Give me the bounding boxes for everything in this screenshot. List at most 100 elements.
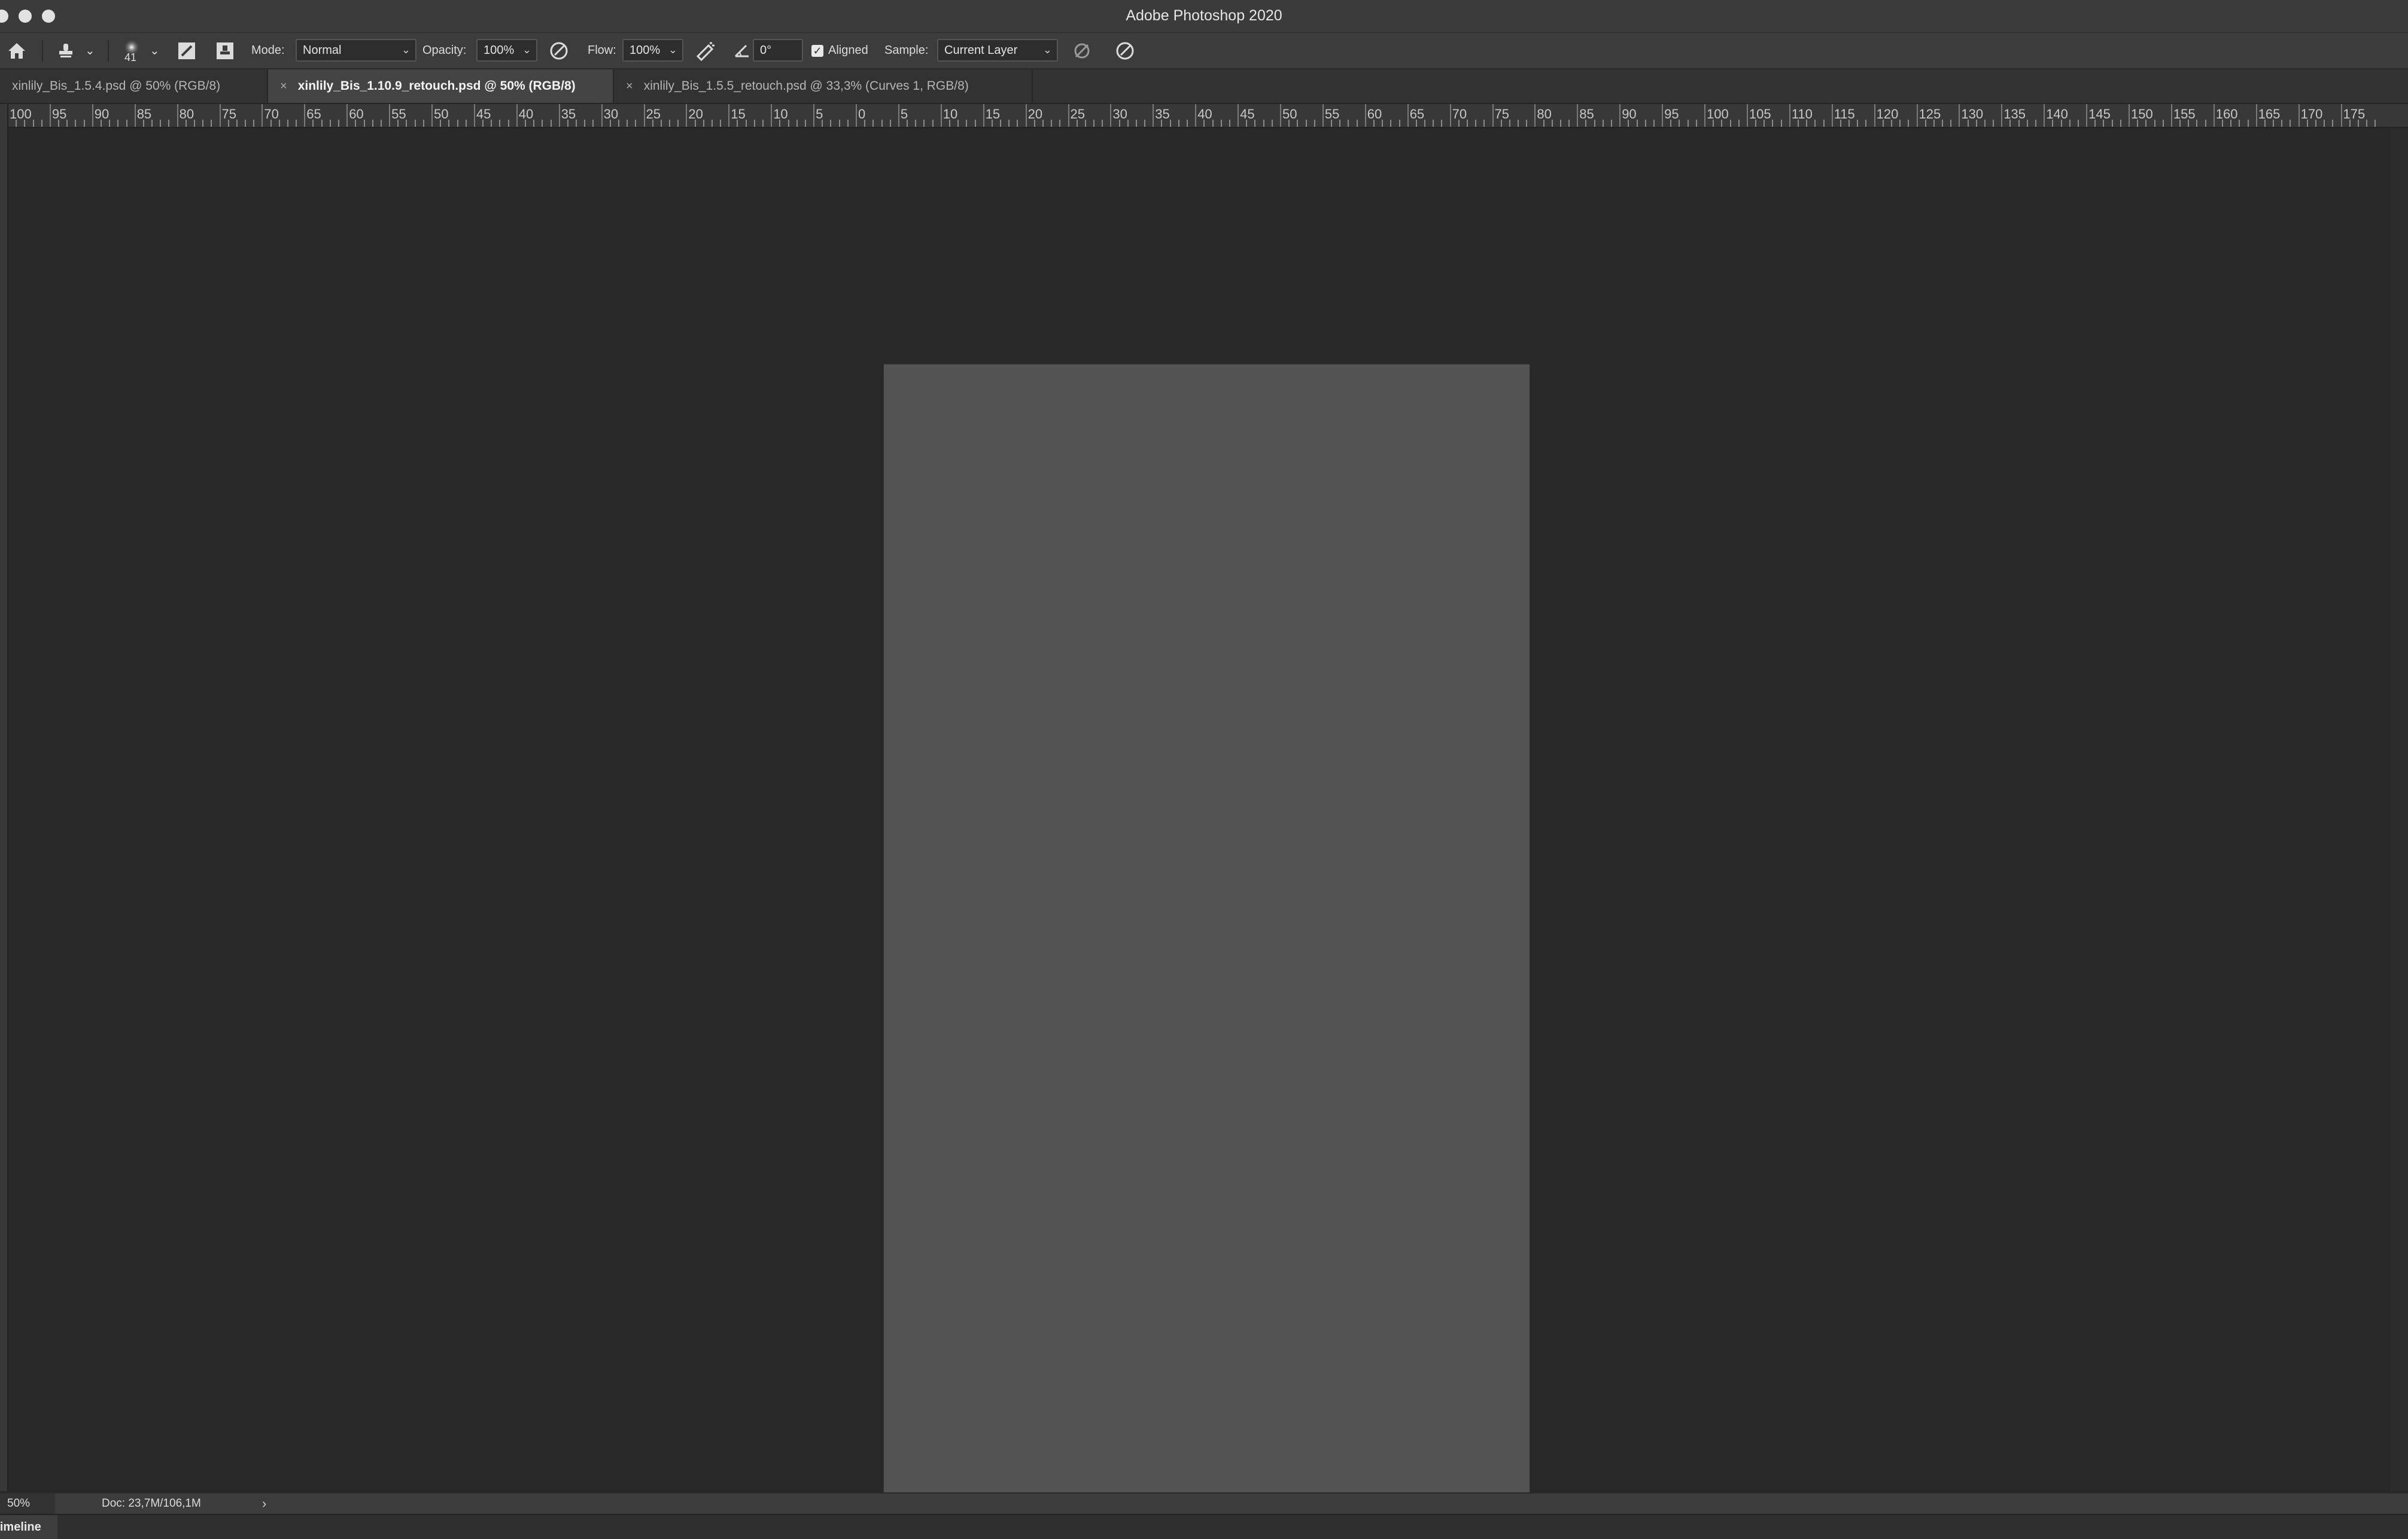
- ruler-minor-tick: [1993, 120, 1994, 127]
- aligned-checkbox[interactable]: ✓ Aligned: [811, 33, 868, 68]
- ruler-major-tick: [2001, 104, 2003, 127]
- sample-label: Sample:: [884, 44, 929, 57]
- opacity-field[interactable]: 100% ⌄: [476, 39, 537, 62]
- ruler-label: 5: [816, 107, 823, 121]
- ruler-label: 150: [2131, 107, 2153, 121]
- ruler-label: 165: [2258, 107, 2281, 121]
- ruler-minor-tick: [1466, 120, 1468, 127]
- pressure-size-icon[interactable]: [1114, 40, 1136, 62]
- ruler-major-tick: [558, 104, 560, 127]
- document-canvas[interactable]: [884, 364, 1530, 1512]
- ruler-minor-tick: [193, 120, 195, 127]
- ruler-minor-tick: [1187, 120, 1188, 127]
- ruler-major-tick: [431, 104, 433, 127]
- vertical-ruler[interactable]: [0, 104, 8, 1491]
- ruler-label: 40: [518, 107, 534, 121]
- chevron-down-icon[interactable]: ⌄: [522, 44, 531, 56]
- ruler-minor-tick: [923, 120, 925, 127]
- angle-icon: [731, 40, 753, 62]
- angle-field[interactable]: 0°: [753, 39, 803, 62]
- ruler-minor-tick: [245, 120, 247, 127]
- ruler-minor-tick: [1000, 120, 1002, 127]
- ruler-major-tick: [1110, 104, 1112, 127]
- ruler-label: 105: [1749, 107, 1771, 121]
- airbrush-icon[interactable]: [694, 40, 716, 62]
- ruler-minor-tick: [660, 120, 662, 127]
- ruler-minor-tick: [75, 120, 77, 127]
- zoom-level-field[interactable]: 50%: [0, 1494, 55, 1514]
- home-icon[interactable]: [6, 40, 28, 62]
- ruler-minor-tick: [1093, 120, 1095, 127]
- ruler-minor-tick: [1611, 120, 1613, 127]
- ruler-major-tick: [1195, 104, 1197, 127]
- ruler-minor-tick: [1356, 120, 1358, 127]
- ruler-label: 85: [136, 107, 152, 121]
- ruler-label: 50: [1282, 107, 1297, 121]
- ruler-minor-tick: [1865, 120, 1867, 127]
- ruler-minor-tick: [618, 120, 619, 127]
- tab-label: xinlily_Bis_1.5.4.psd @ 50% (RGB/8): [12, 79, 221, 93]
- ruler-major-tick: [1746, 104, 1748, 127]
- checkbox-icon[interactable]: ✓: [811, 44, 823, 57]
- ruler-major-tick: [686, 104, 688, 127]
- ruler-label: 45: [1240, 107, 1255, 121]
- tab-label: xinlily_Bis_1.5.5_retouch.psd @ 33,3% (C…: [643, 79, 969, 93]
- app-title: Adobe Photoshop 2020: [1126, 7, 1282, 24]
- clone-stamp-tool-icon[interactable]: [55, 40, 77, 62]
- ruler-minor-tick: [2374, 120, 2376, 127]
- tab-xinlily-1-10-9-retouch[interactable]: × xinlily_Bis_1.10.9_retouch.psd @ 50% (…: [268, 69, 614, 103]
- ruler-major-tick: [1068, 104, 1069, 127]
- ruler-minor-tick: [422, 120, 424, 127]
- flow-field[interactable]: 100% ⌄: [622, 39, 683, 62]
- canvas-workspace[interactable]: [8, 128, 2390, 1512]
- mode-select[interactable]: Normal ⌄: [296, 39, 416, 62]
- ruler-minor-tick: [41, 120, 42, 127]
- close-tab-icon[interactable]: ×: [280, 80, 287, 93]
- options-bar: ⌄ 41 ⌄ Mode: Normal ⌄ Opacity: 100% ⌄ Fl…: [0, 33, 2408, 69]
- ruler-label: 90: [1622, 107, 1637, 121]
- ruler-minor-tick: [838, 120, 840, 127]
- ruler-minor-tick: [1780, 120, 1782, 127]
- ruler-minor-tick: [1602, 120, 1604, 127]
- clone-source-panel-icon[interactable]: [214, 40, 236, 62]
- ruler-minor-tick: [1483, 120, 1485, 127]
- ruler-major-tick: [346, 104, 348, 127]
- ruler-label: 50: [434, 107, 449, 121]
- tab-xinlily-1-5-5-retouch[interactable]: × xinlily_Bis_1.5.5_retouch.psd @ 33,3% …: [614, 69, 1033, 103]
- status-menu-arrow-icon[interactable]: ›: [262, 1494, 266, 1514]
- ruler-minor-tick: [507, 120, 509, 127]
- ruler-minor-tick: [533, 120, 535, 127]
- opacity-label: Opacity:: [422, 44, 467, 57]
- pressure-opacity-icon[interactable]: [548, 40, 570, 62]
- ruler-major-tick: [1534, 104, 1536, 127]
- horizontal-ruler[interactable]: 100 95 90 85 80 75 70 65 60 55 50 45 40 35 30 25 20 15 10 5…: [7, 104, 2408, 128]
- chevron-down-icon[interactable]: ⌄: [668, 44, 677, 56]
- vertical-scrollbar[interactable]: [2390, 128, 2408, 1491]
- timeline-tab[interactable]: Timeline: [0, 1515, 57, 1539]
- ruler-minor-tick: [1568, 120, 1570, 127]
- ruler-minor-tick: [1636, 120, 1638, 127]
- ignore-adjustment-layers-icon[interactable]: [1071, 40, 1093, 62]
- ruler-minor-tick: [830, 120, 832, 127]
- ruler-major-tick: [1449, 104, 1451, 127]
- ruler-label: 70: [1452, 107, 1467, 121]
- ruler-minor-tick: [1518, 120, 1519, 127]
- close-tab-icon[interactable]: ×: [626, 80, 633, 93]
- brush-settings-panel-icon[interactable]: [176, 40, 197, 62]
- brush-picker-chevron-icon[interactable]: ⌄: [150, 33, 160, 68]
- ruler-label: 5: [900, 107, 908, 121]
- tool-preset-chevron-icon[interactable]: ⌄: [85, 33, 95, 68]
- ruler-label: 155: [2173, 107, 2196, 121]
- ruler-minor-tick: [380, 120, 382, 127]
- ruler-minor-tick: [1263, 120, 1264, 127]
- ruler-minor-tick: [796, 120, 798, 127]
- ruler-label: 140: [2046, 107, 2068, 121]
- sample-select[interactable]: Current Layer ⌄: [937, 39, 1058, 62]
- ruler-label: 60: [349, 107, 364, 121]
- ruler-minor-tick: [1738, 120, 1740, 127]
- ruler-minor-tick: [872, 120, 874, 127]
- ruler-major-tick: [2129, 104, 2130, 127]
- tab-xinlily-1-5-4[interactable]: xinlily_Bis_1.5.4.psd @ 50% (RGB/8): [0, 69, 268, 103]
- ruler-minor-tick: [287, 120, 288, 127]
- ruler-minor-tick: [2205, 120, 2206, 127]
